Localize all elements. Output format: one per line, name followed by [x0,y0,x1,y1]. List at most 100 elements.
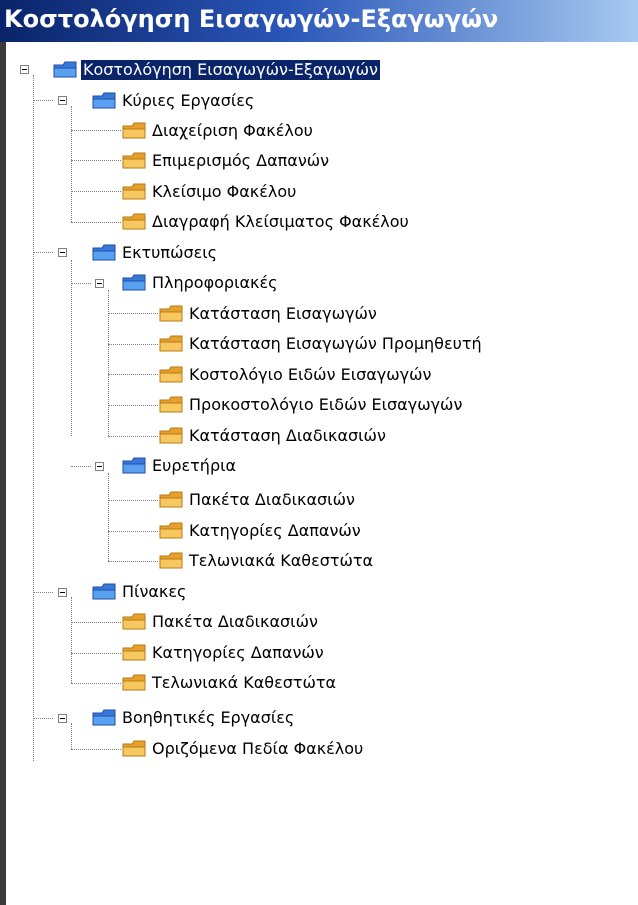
tree-connector [108,344,158,345]
yellow-folder-icon [122,644,146,661]
window-title: Κοστολόγηση Εισαγωγών-Εξαγωγών [4,5,499,33]
tree-node-label: Κοστολόγηση Εισαγωγών-Εξαγωγών [80,59,381,81]
tree-node-custom-folder-fields[interactable]: Οριζόμενα Πεδία Φακέλου [121,737,365,761]
tree-node-imports-report[interactable]: Κατάσταση Εισαγωγών [158,302,379,326]
tree-connector [108,405,158,406]
tree-connector [108,473,109,561]
collapse-toggle-printouts[interactable] [58,248,67,257]
tree-node-label: Βοηθητικές Εργασίες [122,708,295,727]
tree-node-label: Κοστολόγιο Ειδών Εισαγωγών [189,365,432,384]
tree-node-table-customs-regimes[interactable]: Τελωνιακά Καθεστώτα [121,671,338,695]
navigation-tree[interactable]: Κοστολόγηση Εισαγωγών-Εξαγωγών Κύριες Ερ… [6,42,638,905]
tree-node-tables[interactable]: Πίνακες [91,580,188,604]
tree-connector [71,160,121,161]
tree-connector [71,597,72,683]
tree-connector [71,653,121,654]
yellow-folder-icon [159,491,183,508]
tree-node-cost-allocation[interactable]: Επιμερισμός Δαπανών [121,149,331,173]
tree-node-indexes[interactable]: Ευρετήρια [121,454,238,478]
window-titlebar: Κοστολόγηση Εισαγωγών-Εξαγωγών [0,0,638,42]
tree-connector [33,592,53,593]
yellow-folder-icon [122,152,146,169]
collapse-toggle-root[interactable] [20,65,29,74]
tree-connector [71,260,72,436]
yellow-folder-icon [159,366,183,383]
yellow-folder-icon [159,396,183,413]
tree-node-folder-closing[interactable]: Κλείσιμο Φακέλου [121,180,298,204]
tree-node-label: Τελωνιακά Καθεστώτα [189,551,374,570]
tree-node-label: Πακέτα Διαδικασιών [189,490,355,509]
tree-connector [71,749,121,750]
tree-connector [33,252,53,253]
tree-connector [71,130,121,131]
collapse-toggle-auxiliary[interactable] [58,714,67,723]
tree-connector [108,561,158,562]
tree-connector [71,222,121,223]
tree-node-index-procedure-packages[interactable]: Πακέτα Διαδικασιών [158,488,357,512]
tree-node-import-items-costing[interactable]: Κοστολόγιο Ειδών Εισαγωγών [158,363,433,387]
tree-connector [108,313,158,314]
tree-connector [71,191,121,192]
tree-node-root[interactable]: Κοστολόγηση Εισαγωγών-Εξαγωγών [52,58,381,82]
tree-node-label: Κλείσιμο Φακέλου [152,182,297,201]
tree-node-import-items-precosting[interactable]: Προκοστολόγιο Ειδών Εισαγωγών [158,393,464,417]
tree-connector [71,106,72,222]
blue-folder-icon [92,583,116,600]
tree-connector [71,683,121,684]
tree-connector [71,622,121,623]
blue-folder-icon [92,244,116,261]
tree-node-label: Πίνακες [122,582,187,601]
collapse-toggle-main-tasks[interactable] [58,96,67,105]
tree-connector [108,436,158,437]
yellow-folder-icon [122,740,146,757]
yellow-folder-icon [122,122,146,139]
collapse-toggle-indexes[interactable] [95,462,104,471]
yellow-folder-icon [159,305,183,322]
tree-connector [108,500,158,501]
blue-folder-icon [53,61,77,78]
yellow-folder-icon [159,552,183,569]
tree-node-label: Κατάσταση Εισαγωγών Προμηθευτή [189,334,482,353]
tree-node-label: Ευρετήρια [152,456,237,475]
yellow-folder-icon [122,613,146,630]
tree-node-main-tasks[interactable]: Κύριες Εργασίες [91,89,256,113]
tree-node-label: Τελωνιακά Καθεστώτα [152,673,337,692]
tree-node-label: Επιμερισμός Δαπανών [152,151,330,170]
yellow-folder-icon [122,674,146,691]
tree-node-label: Διαγραφή Κλείσιματος Φακέλου [152,212,409,231]
tree-connector [108,531,158,532]
blue-folder-icon [122,274,146,291]
tree-node-printouts[interactable]: Εκτυπώσεις [91,241,219,265]
tree-node-index-cost-categories[interactable]: Κατηγορίες Δαπανών [158,519,363,543]
tree-connector [71,723,72,749]
tree-node-label: Κατηγορίες Δαπανών [189,521,361,540]
yellow-folder-icon [159,427,183,444]
yellow-folder-icon [122,183,146,200]
tree-node-label: Κύριες Εργασίες [122,91,255,110]
tree-connector [33,718,53,719]
tree-connector [33,75,34,761]
tree-node-label: Πακέτα Διαδικασιών [152,612,318,631]
tree-node-auxiliary[interactable]: Βοηθητικές Εργασίες [91,706,296,730]
tree-node-label: Εκτυπώσεις [122,243,218,262]
blue-folder-icon [122,457,146,474]
tree-node-delete-folder-closing[interactable]: Διαγραφή Κλείσιματος Φακέλου [121,210,411,234]
collapse-toggle-tables[interactable] [58,588,67,597]
blue-folder-icon [92,709,116,726]
tree-node-table-procedure-packages[interactable]: Πακέτα Διαδικασιών [121,610,320,634]
yellow-folder-icon [159,335,183,352]
tree-node-index-customs-regimes[interactable]: Τελωνιακά Καθεστώτα [158,549,375,573]
tree-connector [108,374,158,375]
tree-connector [33,100,53,101]
tree-connector [108,290,109,436]
tree-node-supplier-imports-report[interactable]: Κατάσταση Εισαγωγών Προμηθευτή [158,332,484,356]
tree-node-folder-management[interactable]: Διαχείριση Φακέλου [121,119,315,143]
tree-node-label: Κατάσταση Διαδικασιών [189,426,386,445]
tree-connector [71,283,91,284]
tree-node-table-cost-categories[interactable]: Κατηγορίες Δαπανών [121,641,326,665]
tree-node-procedures-report[interactable]: Κατάσταση Διαδικασιών [158,424,388,448]
tree-node-informational[interactable]: Πληροφοριακές [121,271,280,295]
tree-node-label: Διαχείριση Φακέλου [152,121,313,140]
yellow-folder-icon [159,522,183,539]
collapse-toggle-informational[interactable] [95,279,104,288]
